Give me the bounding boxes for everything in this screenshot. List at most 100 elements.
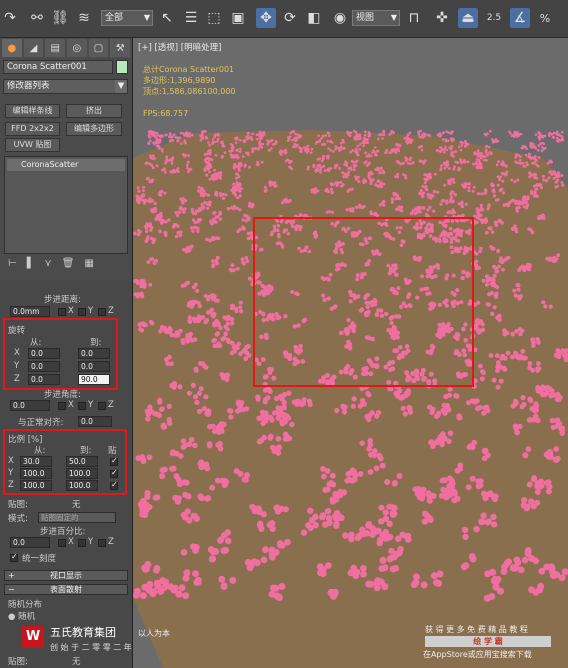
object-name-field[interactable]: Corona Scatter001	[3, 60, 113, 74]
step-distance-spinner[interactable]: 0.0mm	[10, 306, 50, 317]
petal	[535, 194, 539, 198]
align-normal-spinner[interactable]: 0.0	[78, 416, 112, 427]
company-founded: 创 始 于 二 零 零 二 年	[50, 643, 132, 652]
petal	[485, 158, 488, 162]
scale-icon[interactable]: ◧	[304, 8, 324, 28]
petal	[436, 190, 440, 194]
petal	[543, 304, 548, 309]
percent-z-checkbox[interactable]	[98, 539, 106, 547]
link-icon[interactable]: ⚯	[27, 8, 47, 28]
petal	[354, 205, 359, 209]
petal	[282, 198, 286, 203]
show-end-result-icon[interactable]: ▌	[27, 258, 35, 274]
percent-y-checkbox[interactable]	[78, 539, 86, 547]
petal	[489, 129, 492, 133]
petal	[324, 189, 328, 193]
petal	[270, 138, 274, 142]
edit-poly-button[interactable]: 编辑多边形	[66, 122, 122, 136]
petal	[522, 145, 526, 148]
petal	[316, 569, 324, 577]
step-y-checkbox[interactable]	[78, 308, 86, 316]
uvw-map-button[interactable]: UVW 贴图	[5, 138, 60, 152]
petal	[423, 132, 427, 136]
stack-tools: ⊢ ▌ ⋎ 🗑 ▦	[4, 258, 128, 274]
edit-spline-button[interactable]: 编辑样条线	[5, 104, 60, 118]
petal	[302, 317, 308, 322]
petal	[376, 180, 380, 183]
uniform-scale-checkbox[interactable]	[10, 552, 18, 562]
petal	[411, 209, 416, 213]
redo-icon[interactable]: ↷	[0, 8, 20, 28]
select-object-icon[interactable]: ↖	[157, 8, 177, 28]
petal	[374, 364, 380, 370]
make-unique-icon[interactable]: ⋎	[44, 258, 51, 274]
configure-sets-icon[interactable]: ▦	[84, 258, 93, 274]
petal	[368, 371, 374, 377]
unlink-icon[interactable]: ⛓	[50, 8, 70, 28]
viewport-display-rollout-header[interactable]: + 视口显示	[4, 570, 128, 581]
motion-tab[interactable]: ◎	[67, 39, 87, 57]
selection-filter-select[interactable]: 全部 ▼	[101, 10, 153, 26]
snap-icon[interactable]: 2.5	[484, 8, 504, 28]
petal	[167, 583, 174, 591]
window-crossing-icon[interactable]: ▣	[228, 8, 248, 28]
modify-tab[interactable]: ◢	[23, 39, 44, 57]
petal	[166, 329, 171, 334]
petal	[488, 151, 491, 154]
hierarchy-tab[interactable]: ▤	[45, 39, 66, 57]
petal	[459, 148, 463, 152]
rotate-icon[interactable]: ⟳	[280, 8, 300, 28]
viewport-label[interactable]: [+] [透视] [明暗处理]	[138, 41, 221, 53]
petal	[258, 137, 262, 141]
mode-select[interactable]: 贴图固定的	[38, 512, 116, 523]
petal	[368, 451, 374, 458]
rect-selection-icon[interactable]: ⬚	[204, 8, 224, 28]
create-tab[interactable]: ●	[2, 39, 22, 57]
petal	[404, 370, 410, 376]
bind-spacewarp-icon[interactable]: ≋	[74, 8, 94, 28]
surface-scatter-rollout-header[interactable]: − 表面散射	[4, 584, 128, 595]
place-icon[interactable]: ◉	[330, 8, 350, 28]
petal	[148, 319, 154, 325]
angle-y-checkbox[interactable]	[78, 402, 86, 410]
petal	[263, 291, 268, 296]
select-manipulate-icon[interactable]: ✜	[432, 8, 452, 28]
utilities-tab[interactable]: ⚒	[110, 39, 131, 57]
keyboard-shortcut-icon[interactable]: ⏏	[458, 8, 478, 28]
select-by-name-icon[interactable]: ☰	[181, 8, 201, 28]
step-x-checkbox[interactable]	[58, 308, 66, 316]
remove-modifier-icon[interactable]: 🗑	[62, 258, 75, 274]
petal	[378, 504, 385, 511]
petal	[411, 161, 415, 165]
extrude-button[interactable]: 挤出	[66, 104, 122, 118]
petal	[319, 171, 322, 174]
percent-x-checkbox[interactable]	[58, 539, 66, 547]
petal	[461, 326, 466, 332]
petal	[463, 322, 468, 327]
petal	[214, 332, 220, 337]
perspective-viewport[interactable]: [+] [透视] [明暗处理] 总计Corona Scatter001 多边形:…	[133, 38, 568, 668]
scene-statistics: 总计Corona Scatter001 多边形:1,396,9890 顶点:1,…	[143, 64, 236, 119]
step-percent-spinner[interactable]: 0.0	[10, 537, 50, 548]
petal	[379, 313, 385, 318]
petal	[338, 369, 344, 375]
object-color-swatch[interactable]	[116, 60, 128, 74]
pivot-icon[interactable]: ⊓	[404, 8, 424, 28]
pin-stack-icon[interactable]: ⊢	[8, 258, 17, 274]
petal	[171, 135, 174, 139]
ref-coord-select[interactable]: 视图 ▼	[352, 10, 400, 26]
scale-map-value[interactable]: 无	[72, 498, 81, 510]
petal	[418, 191, 422, 195]
angle-snap-icon[interactable]: ∡	[510, 8, 530, 28]
step-angle-spinner[interactable]: 0.0	[10, 400, 50, 411]
ffd-button[interactable]: FFD 2x2x2	[5, 122, 60, 136]
angle-x-checkbox[interactable]	[58, 402, 66, 410]
petal	[201, 406, 207, 412]
step-z-checkbox[interactable]	[98, 308, 106, 316]
move-icon[interactable]: ✥	[256, 8, 276, 28]
stack-item-coronascatter[interactable]: CoronaScatter	[7, 159, 125, 171]
angle-z-checkbox[interactable]	[98, 402, 106, 410]
percent-snap-icon[interactable]: %	[535, 8, 555, 28]
modifier-list-select[interactable]: 修改器列表 ▼	[3, 79, 128, 94]
display-tab[interactable]: ▢	[88, 39, 109, 57]
